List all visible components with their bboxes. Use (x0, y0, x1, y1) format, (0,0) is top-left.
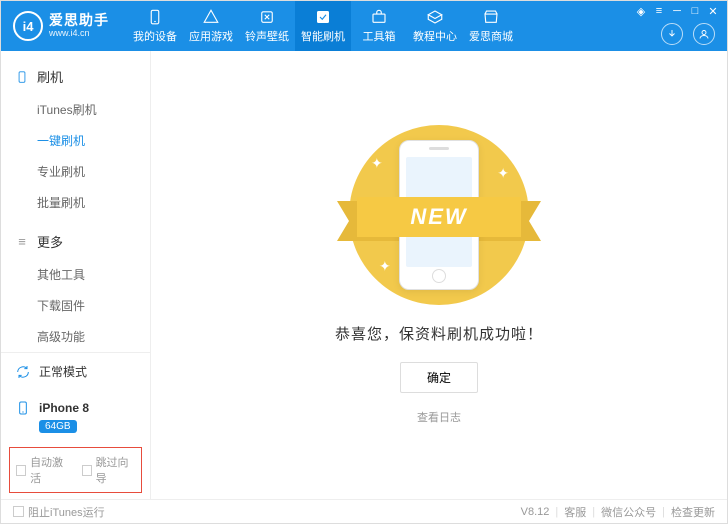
sidebar-item-itunes-flash[interactable]: iTunes刷机 (1, 94, 150, 125)
list-icon: ≡ (15, 235, 29, 249)
checkbox-label: 自动激活 (30, 454, 69, 486)
nav-my-device[interactable]: 我的设备 (127, 1, 183, 51)
sparkle-icon: ✦ (371, 155, 383, 172)
sparkle-icon: ✦ (497, 165, 509, 182)
update-link[interactable]: 检查更新 (671, 504, 715, 520)
version-label: V8.12 (521, 506, 550, 518)
phone-icon (15, 70, 29, 84)
main-content: NEW ✦ ✦ ✦ 恭喜您，保资料刷机成功啦！ 确定 查看日志 (151, 51, 727, 499)
nav-label: 铃声壁纸 (245, 28, 289, 44)
tutorial-icon (426, 8, 444, 26)
mode-label: 正常模式 (39, 363, 87, 380)
footer: 阻止iTunes运行 V8.12 | 客服 | 微信公众号 | 检查更新 (1, 499, 727, 523)
mode-row[interactable]: 正常模式 (1, 353, 150, 390)
nav-label: 爱思商城 (469, 28, 513, 44)
app-subtitle: www.i4.cn (49, 29, 109, 39)
nav-label: 工具箱 (363, 28, 396, 44)
sidebar-header-label: 刷机 (37, 67, 63, 86)
nav-tutorial[interactable]: 教程中心 (407, 1, 463, 51)
nav-label: 教程中心 (413, 28, 457, 44)
wechat-link[interactable]: 微信公众号 (601, 504, 656, 520)
sidebar-item-download-firmware[interactable]: 下载固件 (1, 290, 150, 321)
logo[interactable]: i4 爱思助手 www.i4.cn (13, 11, 109, 41)
block-itunes-checkbox[interactable]: 阻止iTunes运行 (13, 504, 105, 520)
skin-icon[interactable]: ◈ (635, 5, 647, 17)
nav-label: 我的设备 (133, 28, 177, 44)
sidebar-header-label: 更多 (37, 232, 63, 251)
minimize-icon[interactable]: ─ (671, 5, 683, 17)
sidebar-item-one-click-flash[interactable]: 一键刷机 (1, 125, 150, 156)
device-icon (15, 400, 31, 416)
sidebar-item-advanced[interactable]: 高级功能 (1, 321, 150, 352)
apps-icon (202, 8, 220, 26)
sidebar-header-flash[interactable]: 刷机 (1, 59, 150, 94)
sparkle-icon: ✦ (379, 258, 391, 275)
phone-icon (146, 8, 164, 26)
flash-icon (314, 8, 332, 26)
checkbox-icon (82, 465, 92, 476)
sidebar-item-other-tools[interactable]: 其他工具 (1, 259, 150, 290)
device-name: iPhone 8 (39, 401, 89, 415)
sidebar-item-pro-flash[interactable]: 专业刷机 (1, 156, 150, 187)
checkbox-icon (16, 465, 26, 476)
top-nav: 我的设备 应用游戏 铃声壁纸 智能刷机 工具箱 教程中心 爱思商城 (127, 1, 519, 51)
success-message: 恭喜您，保资料刷机成功啦！ (335, 323, 543, 344)
refresh-icon (15, 364, 31, 380)
app-title: 爱思助手 (49, 13, 109, 28)
close-icon[interactable]: ✕ (707, 5, 719, 17)
download-button[interactable] (661, 23, 683, 45)
sidebar: 刷机 iTunes刷机 一键刷机 专业刷机 批量刷机 ≡ 更多 其他工具 下载固… (1, 51, 151, 499)
checkbox-icon (13, 506, 24, 517)
nav-label: 智能刷机 (301, 28, 345, 44)
success-illustration: NEW ✦ ✦ ✦ (349, 125, 529, 305)
nav-store[interactable]: 爱思商城 (463, 1, 519, 51)
nav-label: 应用游戏 (189, 28, 233, 44)
auto-activate-checkbox[interactable]: 自动激活 (16, 454, 70, 486)
view-log-link[interactable]: 查看日志 (417, 409, 461, 425)
window-controls: ◈ ≡ ─ □ ✕ (635, 5, 719, 17)
menu-icon[interactable]: ≡ (653, 5, 665, 17)
nav-ringtone[interactable]: 铃声壁纸 (239, 1, 295, 51)
sidebar-item-batch-flash[interactable]: 批量刷机 (1, 187, 150, 218)
toolbox-icon (370, 8, 388, 26)
checkbox-label: 跳过向导 (96, 454, 135, 486)
new-ribbon: NEW (357, 197, 521, 237)
nav-apps[interactable]: 应用游戏 (183, 1, 239, 51)
nav-flash[interactable]: 智能刷机 (295, 1, 351, 51)
options-row: 自动激活 跳过向导 (9, 447, 142, 493)
store-icon (482, 8, 500, 26)
nav-toolbox[interactable]: 工具箱 (351, 1, 407, 51)
checkbox-label: 阻止iTunes运行 (28, 504, 105, 520)
ringtone-icon (258, 8, 276, 26)
device-row[interactable]: iPhone 8 64GB (1, 390, 150, 443)
maximize-icon[interactable]: □ (689, 5, 701, 17)
account-button[interactable] (693, 23, 715, 45)
app-header: i4 爱思助手 www.i4.cn 我的设备 应用游戏 铃声壁纸 智能刷机 工具… (1, 1, 727, 51)
support-link[interactable]: 客服 (564, 504, 586, 520)
skip-guide-checkbox[interactable]: 跳过向导 (82, 454, 136, 486)
storage-badge: 64GB (39, 420, 77, 433)
logo-icon: i4 (13, 11, 43, 41)
confirm-button[interactable]: 确定 (400, 362, 478, 393)
sidebar-header-more[interactable]: ≡ 更多 (1, 224, 150, 259)
